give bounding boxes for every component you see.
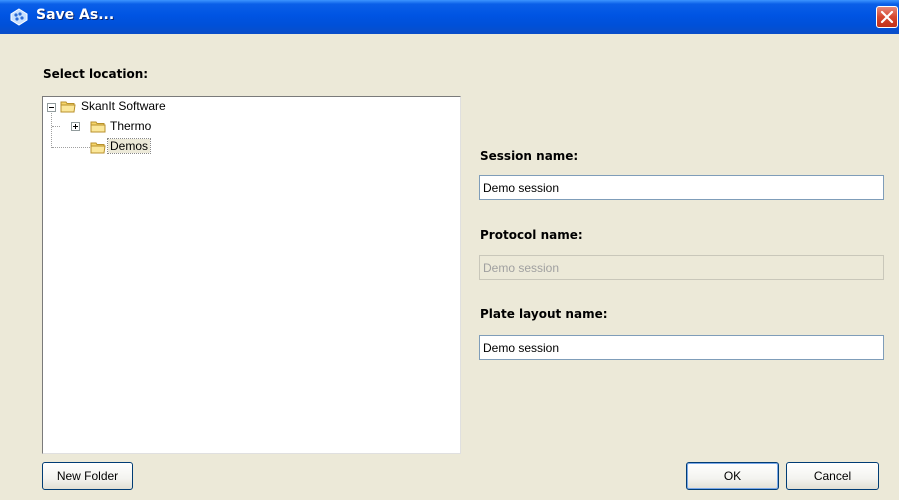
folder-tree[interactable]: SkanIt Software Thermo Demos xyxy=(42,96,461,454)
select-location-label: Select location: xyxy=(43,67,149,81)
folder-icon xyxy=(90,121,106,133)
app-icon xyxy=(10,8,28,26)
new-folder-button[interactable]: New Folder xyxy=(42,462,133,490)
collapse-toggle-icon[interactable] xyxy=(47,103,56,112)
tree-node-demos[interactable]: Demos xyxy=(43,138,460,156)
expand-toggle-icon[interactable] xyxy=(71,122,80,131)
tree-item-label: Thermo xyxy=(110,119,152,133)
close-icon xyxy=(880,10,894,24)
tree-item-label-selected: Demos xyxy=(106,138,152,154)
tree-root-label: SkanIt Software xyxy=(81,99,166,113)
tree-node-thermo[interactable]: Thermo xyxy=(43,118,460,136)
session-name-label: Session name: xyxy=(480,149,579,163)
session-name-input[interactable] xyxy=(479,175,884,200)
tree-node-root[interactable]: SkanIt Software xyxy=(43,97,460,115)
plate-layout-name-label: Plate layout name: xyxy=(480,307,608,321)
save-as-dialog: Save As... Select location: SkanIt Softw… xyxy=(0,0,899,500)
folder-open-icon xyxy=(90,142,106,154)
ok-button[interactable]: OK xyxy=(686,462,779,490)
close-button[interactable] xyxy=(876,6,898,28)
cancel-button[interactable]: Cancel xyxy=(786,462,879,490)
protocol-name-label: Protocol name: xyxy=(480,228,583,242)
window-title: Save As... xyxy=(36,7,115,23)
protocol-name-input xyxy=(479,255,884,280)
folder-open-icon xyxy=(60,101,76,113)
plate-layout-name-input[interactable] xyxy=(479,335,884,360)
title-bar[interactable]: Save As... xyxy=(0,0,899,34)
